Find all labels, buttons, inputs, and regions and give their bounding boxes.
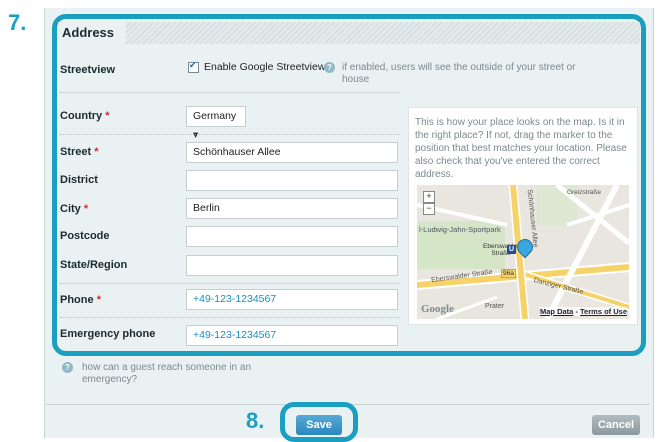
location-map[interactable]: + − l-Ludwig-Jahn-Sportpark Eberswalder S… (417, 185, 629, 319)
country-select[interactable]: Germany ▾ (186, 106, 246, 141)
divider (60, 134, 400, 135)
emergency-phone-input[interactable]: +49-123-1234567 (186, 325, 398, 346)
zoom-in-button[interactable]: + (423, 191, 435, 203)
city-label: City * (60, 203, 89, 215)
zoom-out-button[interactable]: − (423, 203, 435, 215)
help-icon: ? (324, 62, 335, 73)
step-7-marker: 7. (8, 10, 27, 35)
map-street-label: Prater (485, 303, 505, 310)
map-street-label: Greizstraße (567, 189, 601, 196)
map-panel: This is how your place looks on the map.… (408, 107, 638, 325)
emergency-phone-label: Emergency phone (60, 328, 156, 340)
streetview-label: Streetview (60, 64, 116, 76)
map-street-label: l-Ludwig-Jahn-Sportpark (419, 225, 501, 234)
help-icon: ? (62, 362, 73, 373)
streetview-hint: if enabled, users will see the outside o… (342, 62, 576, 85)
state-label: State/Region (60, 259, 128, 271)
terms-of-use-link[interactable]: Terms of Use (580, 307, 627, 316)
country-label: Country * (60, 110, 110, 122)
phone-label: Phone * (60, 294, 101, 306)
save-button[interactable]: Save (296, 415, 342, 435)
route-badge: 96a (501, 269, 516, 278)
district-label: District (60, 174, 98, 186)
cancel-button[interactable]: Cancel (592, 415, 640, 435)
phone-input[interactable]: +49-123-1234567 (186, 289, 398, 310)
google-logo: Google (421, 303, 454, 315)
street-input[interactable]: Schönhauser Allee (186, 142, 398, 163)
divider (60, 317, 400, 318)
map-attribution: Map Data - Terms of Use (540, 307, 627, 316)
ubahn-icon: U (507, 245, 516, 254)
step-8-marker: 8. (246, 408, 265, 433)
state-input[interactable] (186, 255, 398, 276)
street-label: Street * (60, 146, 99, 158)
postcode-label: Postcode (60, 230, 110, 242)
map-data-link[interactable]: Map Data (540, 307, 573, 316)
streetview-checkbox-label[interactable]: Enable Google Streetview (204, 61, 325, 73)
section-title: Address (58, 22, 127, 44)
address-section-header: Address (58, 22, 640, 44)
emergency-hint: how can a guest reach someone in an emer… (82, 362, 251, 385)
divider (60, 283, 400, 284)
district-input[interactable] (186, 170, 398, 191)
postcode-input[interactable] (186, 226, 398, 247)
city-input[interactable]: Berlin (186, 198, 398, 219)
streetview-checkbox[interactable] (188, 60, 199, 73)
divider (60, 92, 400, 93)
map-description: This is how your place looks on the map.… (415, 117, 627, 180)
